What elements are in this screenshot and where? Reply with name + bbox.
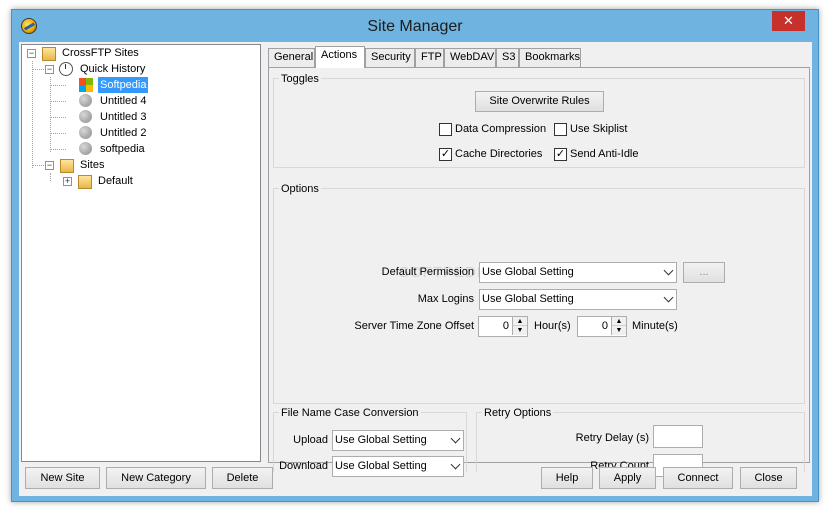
tree-node-label: Softpedia bbox=[98, 77, 149, 93]
chevron-down-icon bbox=[450, 459, 461, 470]
spin-down-icon[interactable]: ▼ bbox=[512, 326, 527, 335]
upload-case-select[interactable]: Use Global Setting bbox=[332, 430, 464, 451]
send-anti-idle-label: Send Anti-Idle bbox=[570, 148, 639, 160]
use-skiplist-checkbox[interactable] bbox=[554, 123, 567, 136]
timezone-offset-label: Server Time Zone Offset bbox=[354, 320, 474, 332]
upload-label: Upload bbox=[293, 434, 328, 446]
spin-down-icon[interactable]: ▼ bbox=[611, 326, 626, 335]
clock-icon bbox=[58, 61, 74, 77]
max-logins-label: Max Logins bbox=[417, 293, 474, 305]
tree-node-label: CrossFTP Sites bbox=[62, 47, 139, 59]
tab-ftp[interactable]: FTP bbox=[415, 48, 444, 67]
window-title: Site Manager bbox=[367, 18, 463, 35]
tree-node-label: Untitled 4 bbox=[100, 95, 147, 107]
tree-node-label: Default bbox=[98, 175, 133, 187]
spin-up-icon[interactable]: ▲ bbox=[512, 317, 527, 326]
data-compression-label: Data Compression bbox=[455, 123, 547, 135]
group-title: Options bbox=[279, 183, 321, 195]
minutes-unit-label: Minute(s) bbox=[632, 320, 678, 332]
new-site-button[interactable]: New Site bbox=[25, 467, 100, 489]
tab-webdav[interactable]: WebDAV bbox=[444, 48, 496, 67]
tree-connector bbox=[50, 173, 51, 181]
collapse-toggle[interactable]: − bbox=[45, 65, 54, 74]
tree-connector bbox=[50, 149, 66, 150]
cache-directories-label: Cache Directories bbox=[455, 148, 543, 160]
tab-security[interactable]: Security bbox=[365, 48, 415, 67]
site-tree[interactable]: − CrossFTP Sites − Quick History Softped… bbox=[21, 44, 261, 462]
download-case-select[interactable]: Use Global Setting bbox=[332, 456, 464, 477]
select-value: Use Global Setting bbox=[482, 293, 574, 305]
site-manager-window: Site Manager ✕ − CrossFTP Sites − Quick … bbox=[11, 9, 819, 502]
default-permission-select[interactable]: Use Global Setting bbox=[479, 262, 677, 283]
tree-connector bbox=[50, 85, 66, 86]
tree-connector bbox=[50, 101, 66, 102]
retry-options-group: Retry Options Retry Delay (s) Retry Coun… bbox=[476, 407, 805, 477]
collapse-toggle[interactable]: − bbox=[27, 49, 36, 58]
tree-node-label: softpedia bbox=[100, 143, 145, 155]
retry-delay-label: Retry Delay (s) bbox=[575, 432, 649, 444]
apply-button[interactable]: Apply bbox=[599, 467, 656, 489]
options-group: Options SOFTPEDIA Default Permission Use… bbox=[273, 183, 805, 404]
site-icon bbox=[78, 93, 94, 109]
hours-unit-label: Hour(s) bbox=[534, 320, 571, 332]
select-value: Use Global Setting bbox=[335, 434, 427, 446]
connect-button[interactable]: Connect bbox=[663, 467, 733, 489]
timezone-hours-spinner[interactable]: 0 ▲ ▼ bbox=[478, 316, 528, 337]
group-title: File Name Case Conversion bbox=[279, 407, 421, 419]
collapse-toggle[interactable]: − bbox=[45, 161, 54, 170]
tab-general[interactable]: General bbox=[268, 48, 315, 67]
tab-s3[interactable]: S3 bbox=[496, 48, 519, 67]
default-permission-label: Default Permission bbox=[381, 266, 474, 278]
chevron-down-icon bbox=[663, 265, 674, 276]
use-skiplist-label: Use Skiplist bbox=[570, 123, 628, 135]
timezone-minutes-spinner[interactable]: 0 ▲ ▼ bbox=[577, 316, 627, 337]
tree-connector bbox=[50, 117, 66, 118]
delete-button[interactable]: Delete bbox=[212, 467, 273, 489]
spinner-value: 0 bbox=[601, 320, 608, 332]
new-category-button[interactable]: New Category bbox=[106, 467, 206, 489]
data-compression-checkbox[interactable] bbox=[439, 123, 452, 136]
tree-node-label: Untitled 2 bbox=[100, 127, 147, 139]
title-bar[interactable]: Site Manager ✕ bbox=[12, 10, 818, 42]
folder-icon bbox=[58, 157, 74, 173]
tab-bookmarks[interactable]: Bookmarks bbox=[519, 48, 581, 67]
max-logins-select[interactable]: Use Global Setting bbox=[479, 289, 677, 310]
group-title: Toggles bbox=[279, 73, 321, 85]
window-close-button[interactable]: ✕ bbox=[772, 11, 805, 31]
tree-node-label: Quick History bbox=[80, 63, 146, 75]
group-title: Retry Options bbox=[482, 407, 554, 419]
site-icon bbox=[78, 141, 94, 157]
cache-directories-checkbox[interactable]: ✓ bbox=[439, 148, 452, 161]
site-icon bbox=[78, 125, 94, 141]
permission-browse-button[interactable]: ... bbox=[683, 262, 725, 283]
spin-up-icon[interactable]: ▲ bbox=[611, 317, 626, 326]
tree-connector bbox=[50, 77, 51, 152]
close-button[interactable]: Close bbox=[740, 467, 797, 489]
folder-icon bbox=[76, 173, 92, 189]
retry-delay-input[interactable] bbox=[653, 425, 703, 448]
case-conversion-group: File Name Case Conversion Upload Use Glo… bbox=[273, 407, 467, 477]
expand-toggle[interactable]: + bbox=[63, 177, 72, 186]
tree-node-label: Sites bbox=[80, 159, 105, 171]
actions-panel: Toggles Site Overwrite Rules Data Compre… bbox=[268, 67, 810, 477]
tab-actions[interactable]: Actions bbox=[315, 46, 365, 68]
tree-node-label: Untitled 3 bbox=[100, 111, 147, 123]
tree-connector bbox=[32, 61, 33, 168]
tree-connector bbox=[50, 133, 66, 134]
spinner-value: 0 bbox=[502, 320, 509, 332]
chevron-down-icon bbox=[663, 292, 674, 303]
folder-icon bbox=[40, 45, 56, 61]
download-label: Download bbox=[279, 460, 328, 472]
client-area: − CrossFTP Sites − Quick History Softped… bbox=[19, 42, 812, 496]
chevron-down-icon bbox=[450, 433, 461, 444]
windows-logo-icon bbox=[78, 77, 94, 93]
site-icon bbox=[78, 109, 94, 125]
select-value: Use Global Setting bbox=[335, 460, 427, 472]
toggles-group: Toggles Site Overwrite Rules Data Compre… bbox=[273, 73, 805, 168]
send-anti-idle-checkbox[interactable]: ✓ bbox=[554, 148, 567, 161]
site-overwrite-rules-button[interactable]: Site Overwrite Rules bbox=[475, 91, 604, 112]
help-button[interactable]: Help bbox=[541, 467, 593, 489]
select-value: Use Global Setting bbox=[482, 266, 574, 278]
